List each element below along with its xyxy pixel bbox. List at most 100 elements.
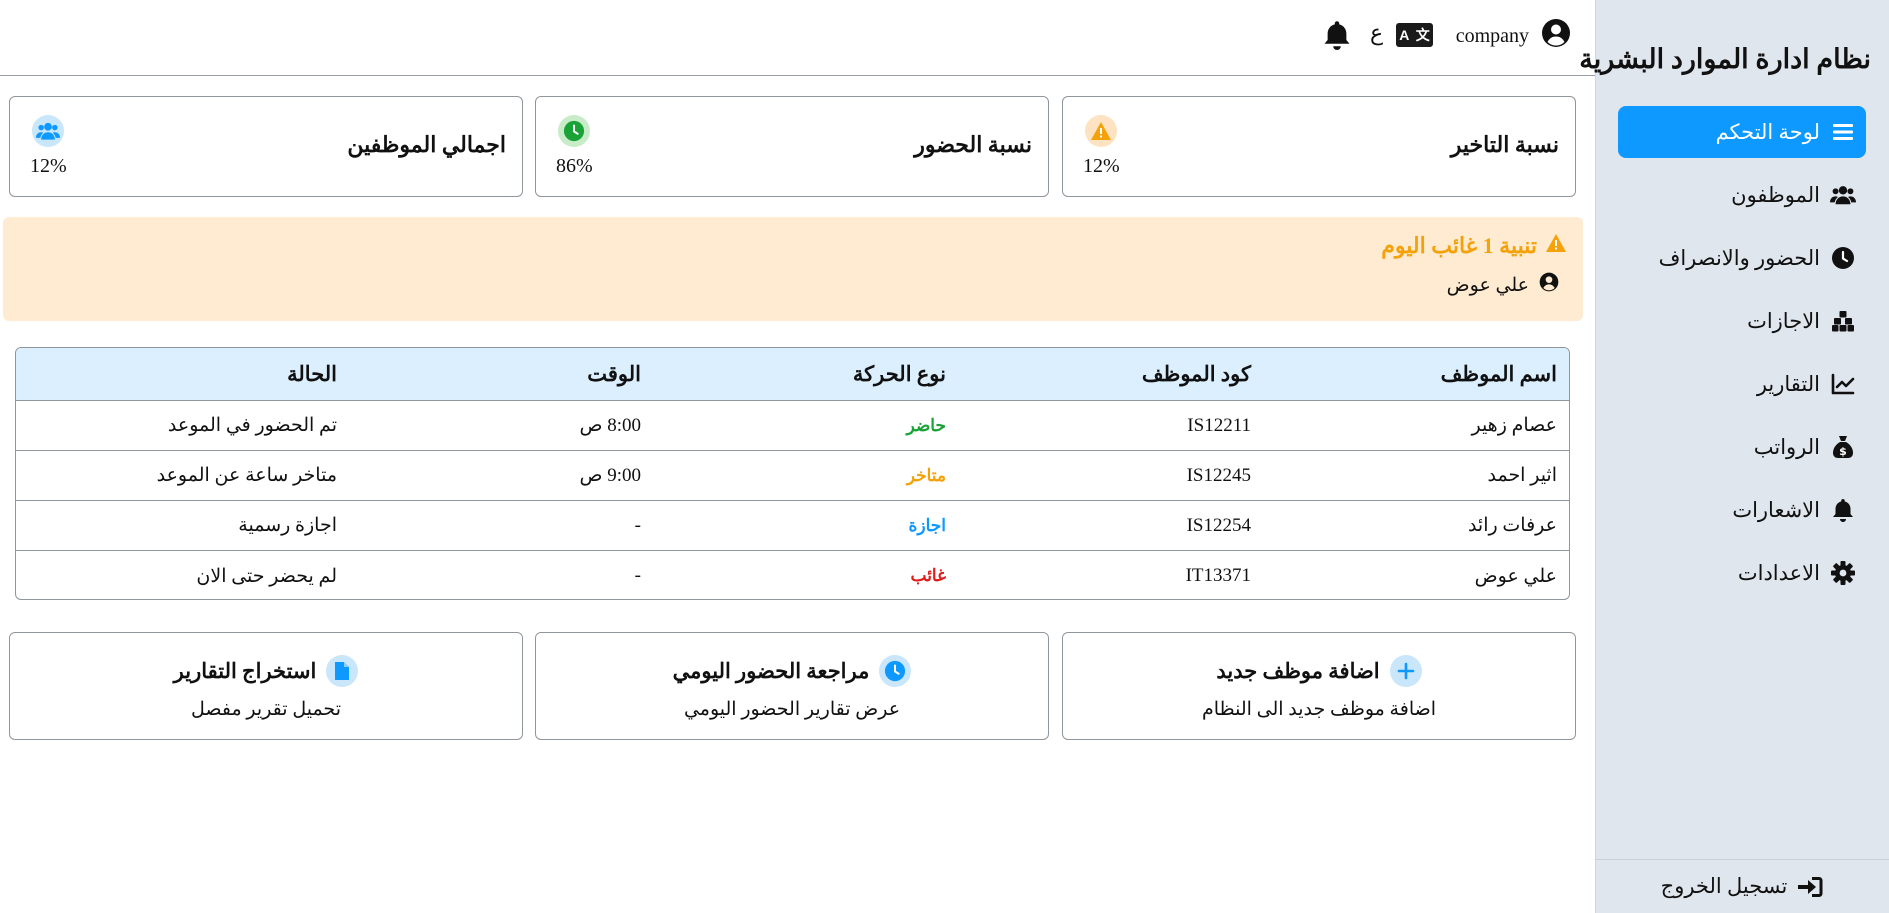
app-title: نظام ادارة الموارد البشرية bbox=[1579, 44, 1871, 74]
sidebar-item-label: الاعدادات bbox=[1737, 560, 1820, 585]
plus-icon bbox=[1389, 655, 1422, 687]
clock-icon bbox=[879, 655, 912, 687]
table-header: اسم الموظف كود الموظف نوع الحركة الوقت ا… bbox=[16, 348, 1569, 401]
stat-value: 86% bbox=[556, 155, 593, 177]
employee-name: عرفات رائد bbox=[1467, 515, 1557, 536]
sign-in-icon bbox=[1797, 876, 1823, 898]
stat-value: 12% bbox=[1083, 155, 1120, 177]
action-title: استخراج التقارير bbox=[173, 658, 317, 683]
employee-name: عصام زهير bbox=[1471, 415, 1557, 436]
attendance-table: اسم الموظف كود الموظف نوع الحركة الوقت ا… bbox=[15, 347, 1570, 600]
action-title: اضافة موظف جديد bbox=[1216, 658, 1380, 683]
user-circle-icon bbox=[1541, 18, 1571, 54]
clock-icon bbox=[1830, 245, 1856, 271]
stat-title: نسبة التاخير bbox=[1450, 132, 1559, 157]
sidebar-item-dashboard[interactable]: لوحة التحكم bbox=[1618, 106, 1866, 158]
notifications-bell-icon[interactable] bbox=[1323, 20, 1351, 55]
stat-card-delay: نسبة التاخير 12% bbox=[1062, 96, 1576, 197]
stat-card-employees: اجمالي الموظفين 12% bbox=[9, 96, 523, 197]
bell-icon bbox=[1830, 497, 1856, 523]
sidebar-item-label: الاجازات bbox=[1747, 308, 1820, 333]
language-badge-cjk: 文 bbox=[1415, 27, 1430, 43]
clock-icon bbox=[558, 115, 590, 147]
sidebar-item-settings[interactable]: الاعدادات bbox=[1618, 547, 1866, 599]
file-icon bbox=[326, 655, 359, 687]
alert-title: تنبية 1 غائب اليوم bbox=[1381, 233, 1537, 258]
sidebar-item-label: الاشعارات bbox=[1732, 497, 1820, 522]
sidebar-item-label: الرواتب bbox=[1753, 434, 1820, 459]
action-description: تحميل تقرير مفصل bbox=[191, 699, 341, 720]
sidebar-nav: لوحة التحكم الموظفون الحضور والانصراف ال… bbox=[1618, 106, 1866, 610]
language-current: ع bbox=[1370, 20, 1384, 45]
language-badge-latin: A bbox=[1399, 27, 1410, 43]
export-reports-button[interactable]: استخراج التقارير تحميل تقرير مفصل bbox=[9, 632, 523, 740]
action-title: مراجعة الحضور اليومي bbox=[672, 658, 870, 683]
column-header: الوقت bbox=[587, 361, 641, 386]
employee-code: IS12254 bbox=[1186, 514, 1251, 536]
column-header: الحالة bbox=[287, 361, 337, 386]
top-bar: ع A 文 company bbox=[0, 0, 1595, 76]
action-description: اضافة موظف جديد الى النظام bbox=[1201, 699, 1437, 720]
movement-type: حاضر bbox=[906, 415, 946, 435]
sidebar-item-leaves[interactable]: الاجازات bbox=[1618, 295, 1866, 347]
status-text: تم الحضور في الموعد bbox=[167, 415, 337, 436]
action-description: عرض تقارير الحضور اليومي bbox=[683, 699, 901, 720]
status-text: متاخر ساعة عن الموعد bbox=[156, 465, 337, 486]
warning-icon bbox=[1085, 115, 1117, 147]
stat-title: اجمالي الموظفين bbox=[347, 132, 506, 157]
chart-line-icon bbox=[1830, 371, 1856, 397]
alert-employee: علي عوض bbox=[1447, 272, 1559, 298]
gear-icon bbox=[1830, 560, 1856, 586]
movement-time: 8:00 ص bbox=[579, 415, 641, 436]
movement-time: 9:00 ص bbox=[579, 465, 641, 486]
sidebar-item-label: لوحة التحكم bbox=[1715, 119, 1820, 144]
add-employee-button[interactable]: اضافة موظف جديد اضافة موظف جديد الى النظ… bbox=[1062, 632, 1576, 740]
absence-alert: تنبية 1 غائب اليوم علي عوض bbox=[3, 217, 1583, 321]
column-header: اسم الموظف bbox=[1440, 361, 1557, 386]
alert-employee-name: علي عوض bbox=[1446, 274, 1529, 296]
status-text: لم يحضر حتى الان bbox=[196, 565, 337, 587]
table-row[interactable]: عرفات رائد IS12254 اجازة - اجازة رسمية bbox=[16, 501, 1569, 551]
sidebar-item-label: الموظفون bbox=[1731, 182, 1820, 207]
column-header: كود الموظف bbox=[1141, 361, 1251, 386]
menu-icon bbox=[1830, 119, 1856, 145]
movement-time: - bbox=[634, 514, 641, 536]
users-icon bbox=[32, 115, 64, 147]
employee-code: IT13371 bbox=[1185, 565, 1251, 586]
employee-name: علي عوض bbox=[1474, 565, 1557, 587]
users-icon bbox=[1830, 182, 1856, 208]
review-attendance-button[interactable]: مراجعة الحضور اليومي عرض تقارير الحضور ا… bbox=[535, 632, 1049, 740]
stat-value: 12% bbox=[30, 155, 67, 177]
alert-header: تنبية 1 غائب اليوم bbox=[1381, 233, 1567, 259]
user-circle-icon bbox=[1539, 272, 1559, 298]
sidebar-item-reports[interactable]: التقارير bbox=[1618, 358, 1866, 410]
sidebar-item-label: الحضور والانصراف bbox=[1658, 245, 1820, 270]
sidebar-item-salaries[interactable]: $ الرواتب bbox=[1618, 421, 1866, 473]
sidebar-item-notifications[interactable]: الاشعارات bbox=[1618, 484, 1866, 536]
cubes-icon bbox=[1830, 308, 1856, 334]
movement-type: غائب bbox=[910, 566, 947, 585]
user-name: company bbox=[1455, 24, 1529, 47]
employee-name: اثير احمد bbox=[1487, 465, 1557, 486]
logout-label: تسجيل الخروج bbox=[1660, 874, 1788, 898]
table-row[interactable]: عصام زهير IS12211 حاضر 8:00 ص تم الحضور … bbox=[16, 401, 1569, 451]
sidebar-item-employees[interactable]: الموظفون bbox=[1618, 169, 1866, 221]
user-menu[interactable]: company bbox=[1456, 18, 1571, 54]
money-bag-icon: $ bbox=[1830, 434, 1856, 460]
column-header: نوع الحركة bbox=[852, 361, 946, 386]
status-text: اجازة رسمية bbox=[238, 515, 337, 536]
movement-type: اجازة bbox=[908, 515, 946, 535]
svg-text:$: $ bbox=[1839, 445, 1847, 458]
sidebar-item-attendance[interactable]: الحضور والانصراف bbox=[1618, 232, 1866, 284]
table-row[interactable]: اثير احمد IS12245 متاخر 9:00 ص متاخر ساع… bbox=[16, 451, 1569, 501]
stat-title: نسبة الحضور bbox=[914, 132, 1032, 157]
table-row[interactable]: علي عوض IT13371 غائب - لم يحضر حتى الان bbox=[16, 551, 1569, 599]
warning-icon bbox=[1545, 233, 1567, 259]
language-switch-icon[interactable]: A 文 bbox=[1396, 23, 1433, 47]
logout-button[interactable]: تسجيل الخروج bbox=[1595, 859, 1889, 913]
stat-card-attendance: نسبة الحضور 86% bbox=[535, 96, 1049, 197]
sidebar: نظام ادارة الموارد البشرية لوحة التحكم ا… bbox=[1579, 0, 1889, 913]
employee-code: IS12211 bbox=[1187, 414, 1251, 436]
movement-type: متاخر bbox=[906, 465, 946, 485]
employee-code: IS12245 bbox=[1186, 464, 1251, 486]
